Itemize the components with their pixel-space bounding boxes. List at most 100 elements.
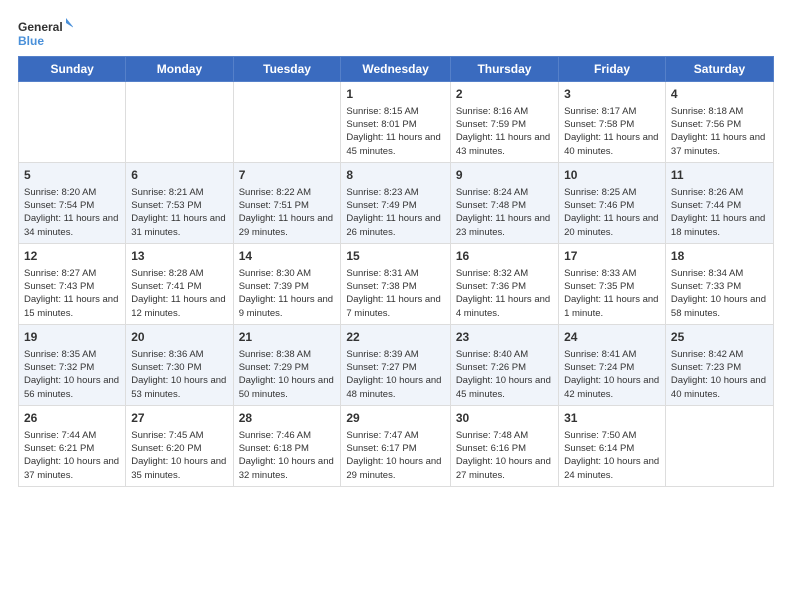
day-info: Sunset: 7:56 PM [671,118,768,131]
day-info: Daylight: 11 hours and 31 minutes. [131,212,227,239]
day-info: Daylight: 10 hours and 56 minutes. [24,374,120,401]
day-number: 11 [671,167,768,184]
calendar-cell: 9 Sunrise: 8:24 AMSunset: 7:48 PMDaylight… [450,162,558,243]
day-info: Sunrise: 8:32 AM [456,267,553,280]
calendar-cell: 7Sunrise: 8:22 AMSunset: 7:51 PMDaylight… [233,162,341,243]
calendar-cell: 19Sunrise: 8:35 AMSunset: 7:32 PMDayligh… [19,324,126,405]
col-header-saturday: Saturday [665,57,773,82]
day-info: Sunset: 6:20 PM [131,442,227,455]
day-number: 9 [456,167,553,184]
day-number: 1 [346,86,444,103]
calendar-cell: 24Sunrise: 8:41 AMSunset: 7:24 PMDayligh… [559,324,666,405]
day-info: Sunset: 7:23 PM [671,361,768,374]
day-info: Sunrise: 8:36 AM [131,348,227,361]
calendar-cell: 26Sunrise: 7:44 AMSunset: 6:21 PMDayligh… [19,405,126,486]
day-number: 15 [346,248,444,265]
day-info: Daylight: 10 hours and 48 minutes. [346,374,444,401]
day-info: Sunrise: 8:38 AM [239,348,336,361]
day-info: Sunrise: 8:16 AM [456,105,553,118]
day-info: Sunrise: 8:25 AM [564,186,660,199]
calendar-cell: 13Sunrise: 8:28 AMSunset: 7:41 PMDayligh… [126,243,233,324]
day-info: Sunrise: 8:20 AM [24,186,120,199]
day-info: Sunset: 7:38 PM [346,280,444,293]
day-info: Daylight: 10 hours and 24 minutes. [564,455,660,482]
day-info: Sunrise: 8:27 AM [24,267,120,280]
col-header-friday: Friday [559,57,666,82]
calendar-cell [19,82,126,163]
day-info: Daylight: 11 hours and 12 minutes. [131,293,227,320]
day-info: Sunset: 7:33 PM [671,280,768,293]
calendar-cell: 2Sunrise: 8:16 AMSunset: 7:59 PMDaylight… [450,82,558,163]
calendar-cell [233,82,341,163]
day-info: Sunset: 7:26 PM [456,361,553,374]
calendar-cell: 25 Sunrise: 8:42 AMSunset: 7:23 PMDayligh… [665,324,773,405]
week-row-1: 5Sunrise: 8:20 AMSunset: 7:54 PMDaylight… [19,162,774,243]
day-info: Daylight: 11 hours and 45 minutes. [346,131,444,158]
day-info: Sunrise: 7:46 AM [239,429,336,442]
day-number: 8 [346,167,444,184]
day-info: Sunset: 6:16 PM [456,442,553,455]
day-number: 13 [131,248,227,265]
day-info: Daylight: 11 hours and 1 minute. [564,293,660,320]
day-info: Daylight: 10 hours and 35 minutes. [131,455,227,482]
day-info: Sunrise: 8:34 AM [671,267,768,280]
calendar-cell: 31Sunrise: 7:50 AMSunset: 6:14 PMDayligh… [559,405,666,486]
logo: General Blue [18,18,73,50]
day-number: 16 [456,248,553,265]
day-info: Sunrise: 8:24 AM [456,186,553,199]
calendar-cell: 22Sunrise: 8:39 AMSunset: 7:27 PMDayligh… [341,324,450,405]
day-number: 25 [671,329,768,346]
day-number: 5 [24,167,120,184]
day-info: Sunset: 7:53 PM [131,199,227,212]
day-number: 23 [456,329,553,346]
day-info: Daylight: 11 hours and 4 minutes. [456,293,553,320]
day-info: Daylight: 10 hours and 50 minutes. [239,374,336,401]
day-info: Daylight: 10 hours and 32 minutes. [239,455,336,482]
day-info: Sunrise: 8:35 AM [24,348,120,361]
day-number: 24 [564,329,660,346]
day-number: 19 [24,329,120,346]
day-info: Daylight: 11 hours and 29 minutes. [239,212,336,239]
day-number: 29 [346,410,444,427]
day-info: Daylight: 10 hours and 27 minutes. [456,455,553,482]
day-info: Daylight: 11 hours and 40 minutes. [564,131,660,158]
day-info: Sunrise: 8:39 AM [346,348,444,361]
day-info: Daylight: 11 hours and 7 minutes. [346,293,444,320]
day-info: Daylight: 10 hours and 37 minutes. [24,455,120,482]
day-info: Daylight: 11 hours and 15 minutes. [24,293,120,320]
day-number: 17 [564,248,660,265]
day-info: Sunrise: 8:31 AM [346,267,444,280]
day-info: Daylight: 11 hours and 23 minutes. [456,212,553,239]
day-info: Sunrise: 7:50 AM [564,429,660,442]
col-header-monday: Monday [126,57,233,82]
day-info: Sunrise: 8:33 AM [564,267,660,280]
day-info: Sunrise: 8:26 AM [671,186,768,199]
calendar-cell: 20Sunrise: 8:36 AMSunset: 7:30 PMDayligh… [126,324,233,405]
day-info: Sunset: 7:46 PM [564,199,660,212]
calendar-cell: 10Sunrise: 8:25 AMSunset: 7:46 PMDayligh… [559,162,666,243]
calendar-cell: 30Sunrise: 7:48 AMSunset: 6:16 PMDayligh… [450,405,558,486]
calendar-cell: 28Sunrise: 7:46 AMSunset: 6:18 PMDayligh… [233,405,341,486]
day-info: Sunset: 7:39 PM [239,280,336,293]
col-header-thursday: Thursday [450,57,558,82]
day-number: 22 [346,329,444,346]
day-info: Daylight: 10 hours and 42 minutes. [564,374,660,401]
day-info: Daylight: 10 hours and 40 minutes. [671,374,768,401]
day-info: Sunrise: 8:41 AM [564,348,660,361]
day-info: Sunrise: 7:44 AM [24,429,120,442]
day-info: Sunset: 7:29 PM [239,361,336,374]
day-info: Daylight: 11 hours and 37 minutes. [671,131,768,158]
day-info: Daylight: 11 hours and 26 minutes. [346,212,444,239]
day-info: Daylight: 10 hours and 58 minutes. [671,293,768,320]
calendar-cell: 15 Sunrise: 8:31 AMSunset: 7:38 PMDayligh… [341,243,450,324]
day-info: Daylight: 11 hours and 20 minutes. [564,212,660,239]
day-info: Sunset: 7:44 PM [671,199,768,212]
day-number: 12 [24,248,120,265]
day-info: Sunrise: 8:17 AM [564,105,660,118]
day-info: Sunset: 6:17 PM [346,442,444,455]
day-info: Sunset: 7:51 PM [239,199,336,212]
day-info: Sunset: 6:18 PM [239,442,336,455]
day-info: Sunset: 7:48 PM [456,199,553,212]
day-info: Sunrise: 8:42 AM [671,348,768,361]
calendar-cell: 5Sunrise: 8:20 AMSunset: 7:54 PMDaylight… [19,162,126,243]
